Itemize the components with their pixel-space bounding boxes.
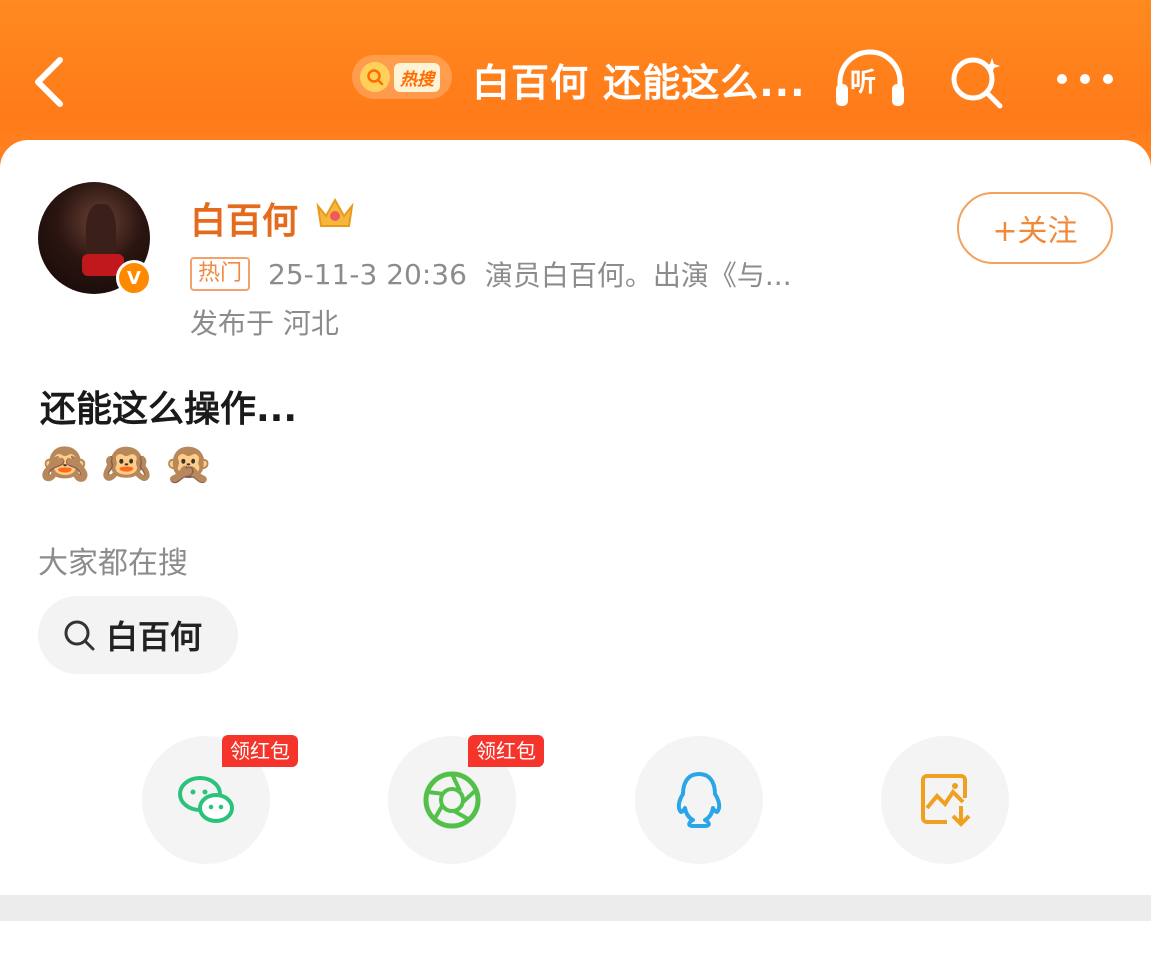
- wechat-icon: [178, 776, 234, 823]
- save-image-button[interactable]: [881, 736, 1009, 864]
- post-location: 发布于 河北: [190, 307, 339, 340]
- search-sparkle-icon: [951, 57, 1003, 109]
- everyone-searching-heading: 大家都在搜: [38, 546, 188, 581]
- share-qq-button[interactable]: [635, 736, 763, 864]
- more-options-button[interactable]: [1054, 66, 1116, 92]
- crown-icon: [314, 194, 356, 232]
- author-bio: 演员白百何。出演《与...: [484, 259, 792, 292]
- red-packet-tag: 领红包: [468, 735, 544, 767]
- save-image-icon: [921, 774, 971, 827]
- verified-badge-icon: V: [116, 260, 152, 296]
- speak-no-evil-monkey-icon: 🙊: [163, 441, 214, 487]
- search-icon: [360, 62, 390, 92]
- search-button[interactable]: [946, 50, 1008, 112]
- search-suggestion-chip[interactable]: 白百何: [38, 596, 238, 674]
- divider: [0, 895, 1151, 921]
- moments-aperture-icon: [423, 771, 481, 829]
- search-icon: [64, 620, 95, 651]
- hot-search-label: 热搜: [394, 62, 440, 92]
- post-time: 25-11-3 20:36: [268, 257, 467, 291]
- post-text: 还能这么操作...: [40, 389, 298, 430]
- listen-button[interactable]: 听: [832, 48, 908, 110]
- hear-no-evil-monkey-icon: 🙉: [101, 441, 152, 487]
- back-button[interactable]: [30, 52, 70, 112]
- post-meta: 热门 25-11-3 20:36 演员白百何。出演《与...: [190, 254, 792, 294]
- page-title: 白百何 还能这么...: [472, 61, 806, 105]
- author-name[interactable]: 白百何: [190, 192, 298, 244]
- follow-button[interactable]: +关注: [957, 192, 1113, 264]
- listen-label: 听: [850, 68, 877, 98]
- see-no-evil-monkey-icon: 🙈: [40, 441, 90, 487]
- more-dots-icon: [1057, 74, 1113, 84]
- red-packet-tag: 领红包: [222, 735, 298, 767]
- search-chip-label: 白百何: [106, 618, 203, 656]
- chevron-left-icon: [35, 57, 63, 107]
- post-card: V 白百何 +关注 热门 25-11-3 20:36 演员白百何。出演《与...…: [0, 140, 1151, 895]
- qq-penguin-icon: [676, 772, 722, 828]
- bottom-area: [0, 921, 1151, 960]
- emoji-row: 🙈 🙉 🙊: [40, 440, 213, 487]
- hot-tag: 热门: [190, 257, 251, 291]
- hot-search-badge[interactable]: 热搜: [352, 55, 452, 99]
